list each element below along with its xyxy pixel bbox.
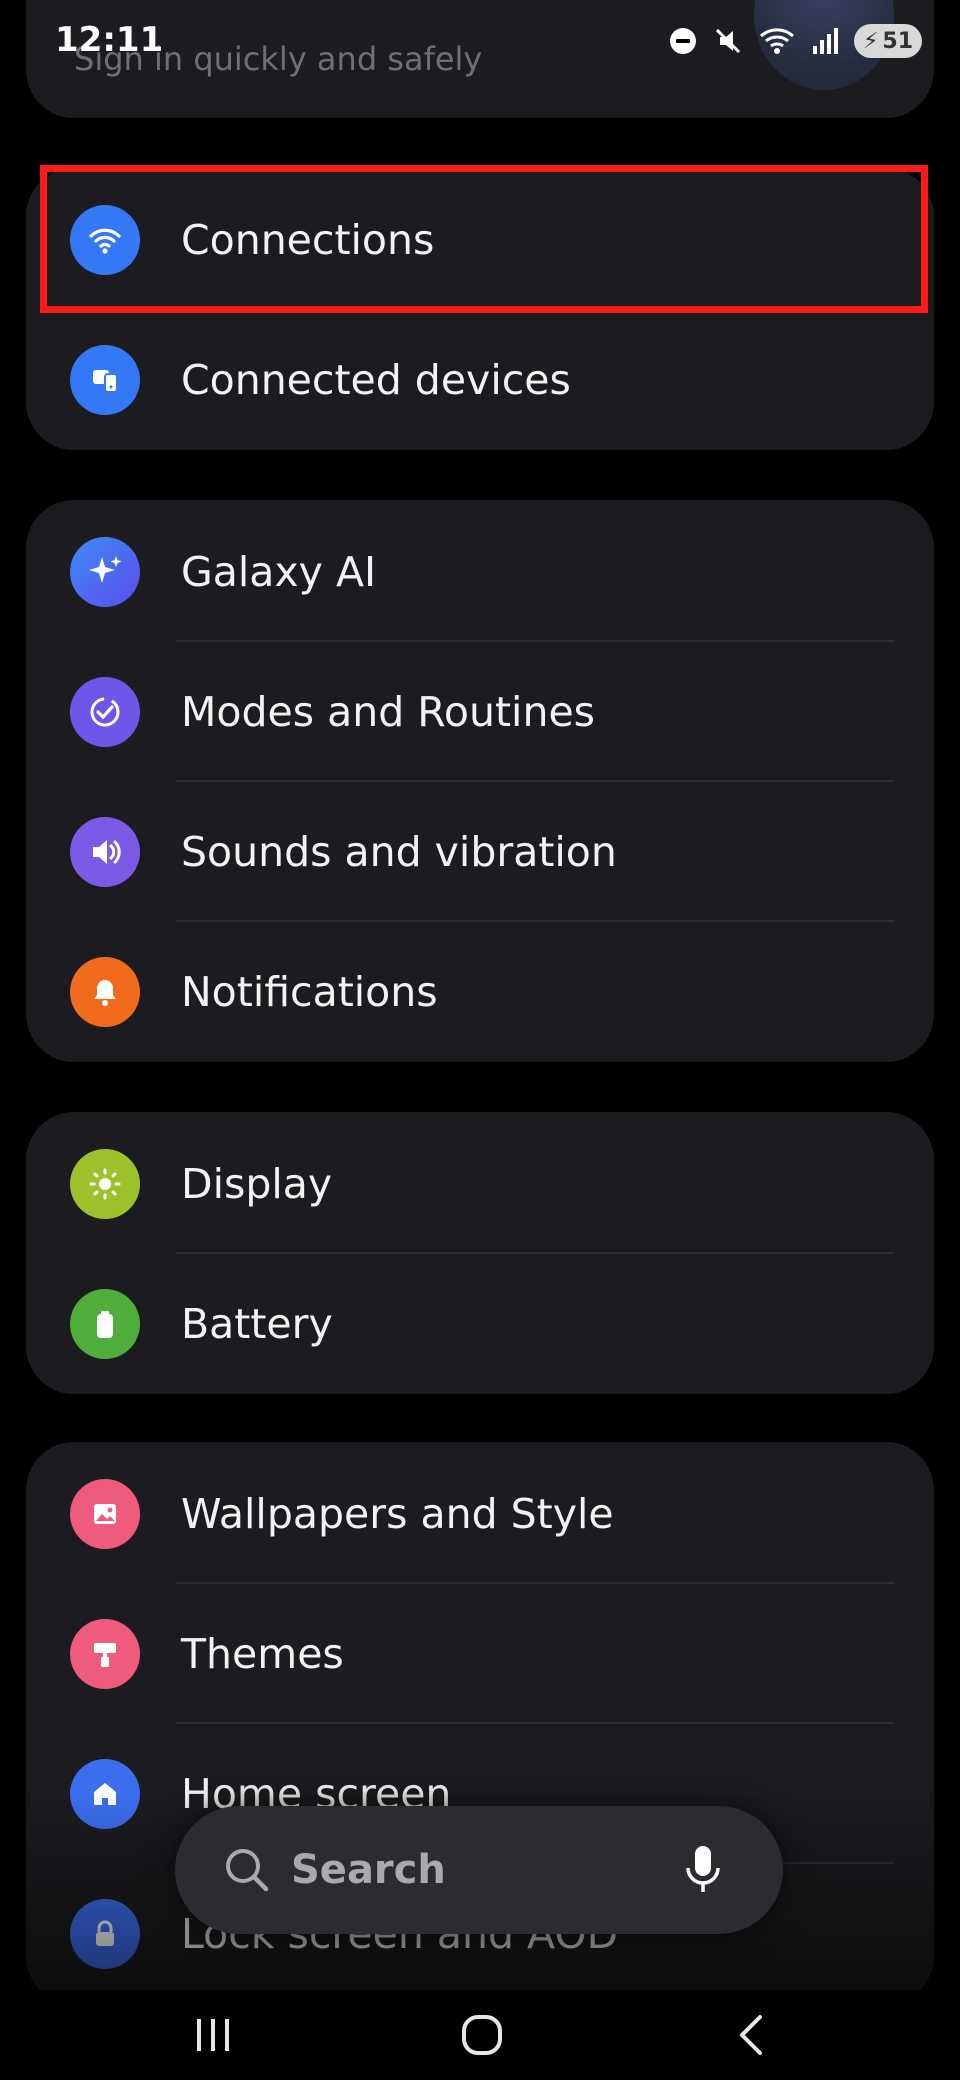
status-time: 12:11 bbox=[55, 20, 164, 60]
connected-devices-icon bbox=[70, 345, 140, 415]
settings-item-connected-devices[interactable]: Connected devices bbox=[26, 310, 934, 450]
battery-status: ⚡ 51 bbox=[854, 24, 922, 58]
home-nav-icon bbox=[462, 2015, 502, 2055]
search-placeholder: Search bbox=[291, 1847, 446, 1893]
settings-item-display[interactable]: Display bbox=[26, 1114, 934, 1254]
settings-item-sounds[interactable]: Sounds and vibration bbox=[26, 782, 934, 922]
settings-item-galaxy-ai[interactable]: Galaxy AI bbox=[26, 502, 934, 642]
settings-item-label: Modes and Routines bbox=[181, 688, 596, 736]
settings-group-ai-sounds: Galaxy AI Modes and Routines Sounds and … bbox=[26, 500, 934, 1062]
home-icon bbox=[70, 1759, 140, 1829]
settings-item-label: Galaxy AI bbox=[181, 548, 377, 596]
settings-item-modes-routines[interactable]: Modes and Routines bbox=[26, 642, 934, 782]
search-icon bbox=[226, 1849, 269, 1892]
paint-roller-icon bbox=[70, 1619, 140, 1689]
highlight-box bbox=[40, 165, 928, 313]
settings-item-label: Battery bbox=[181, 1300, 333, 1348]
recents-icon bbox=[197, 2019, 229, 2051]
back-button[interactable] bbox=[692, 1990, 812, 2080]
home-button[interactable] bbox=[422, 1990, 542, 2080]
brightness-icon bbox=[70, 1149, 140, 1219]
mute-icon bbox=[715, 28, 741, 54]
lock-icon bbox=[70, 1899, 140, 1969]
settings-item-battery[interactable]: Battery bbox=[26, 1254, 934, 1394]
battery-icon bbox=[70, 1289, 140, 1359]
battery-level: 51 bbox=[882, 28, 914, 54]
modes-check-icon bbox=[70, 677, 140, 747]
recents-button[interactable] bbox=[153, 1990, 273, 2080]
settings-item-themes[interactable]: Themes bbox=[26, 1584, 934, 1724]
back-icon bbox=[740, 2015, 762, 2055]
settings-item-label: Wallpapers and Style bbox=[181, 1490, 614, 1538]
battery-bolt-icon: ⚡ bbox=[862, 28, 879, 54]
settings-group-display-battery: Display Battery bbox=[26, 1112, 934, 1394]
signal-icon bbox=[813, 28, 838, 54]
search-bar[interactable]: Search bbox=[175, 1806, 783, 1934]
speaker-icon bbox=[70, 817, 140, 887]
settings-item-label: Display bbox=[181, 1160, 333, 1208]
settings-item-label: Notifications bbox=[181, 968, 438, 1016]
wifi-status-icon bbox=[760, 28, 794, 54]
bell-icon bbox=[70, 957, 140, 1027]
settings-item-label: Sounds and vibration bbox=[181, 828, 617, 876]
settings-item-label: Connected devices bbox=[181, 356, 571, 404]
navigation-bar bbox=[0, 1990, 960, 2080]
status-bar: 12:11 ⚡ 51 bbox=[0, 0, 960, 90]
sparkle-icon bbox=[70, 537, 140, 607]
settings-item-notifications[interactable]: Notifications bbox=[26, 922, 934, 1062]
microphone-icon[interactable] bbox=[681, 1842, 725, 1898]
settings-item-wallpapers[interactable]: Wallpapers and Style bbox=[26, 1444, 934, 1584]
do-not-disturb-icon bbox=[670, 28, 696, 54]
image-icon bbox=[70, 1479, 140, 1549]
status-icons: ⚡ 51 bbox=[668, 24, 922, 58]
settings-item-label: Themes bbox=[181, 1630, 344, 1678]
